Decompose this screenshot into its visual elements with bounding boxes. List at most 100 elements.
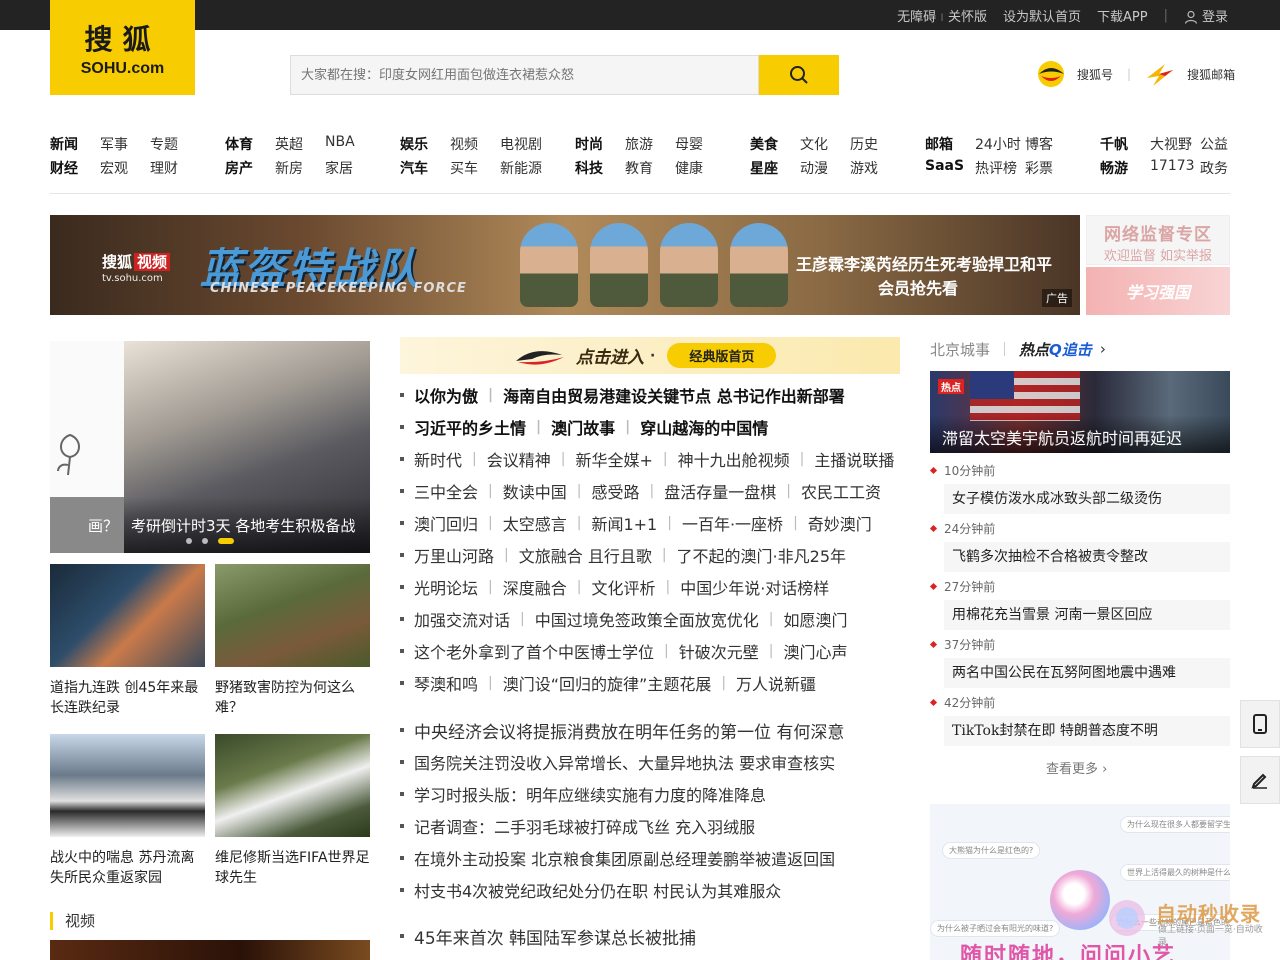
nav-item[interactable]: 政务 [1200,158,1250,186]
nav-item[interactable]: 新闻 [50,134,100,158]
news-link[interactable]: 感受路 [591,479,639,503]
hot-pursuit-tab[interactable]: 热点Q追击 [1019,339,1092,360]
news-link[interactable]: 以你为傲 [414,383,478,407]
nav-item[interactable]: 视频 [450,134,500,158]
nav-item[interactable]: 新能源 [500,158,550,186]
nav-item[interactable]: 时尚 [575,134,625,158]
timeline-item[interactable]: 24分钟前 飞鹤多次抽检不合格被责令整改 [930,522,1230,572]
nav-item[interactable]: 军事 [100,134,150,158]
news-link[interactable]: 盘活存量一盘棋 [664,479,776,503]
timeline-item[interactable]: 42分钟前 TikTok封禁在即 特朗普态度不明 [930,696,1230,746]
mobile-version-button[interactable] [1240,700,1280,748]
news-link[interactable]: 加强交流对话 [414,607,510,631]
nav-item[interactable]: 电视剧 [500,134,550,158]
slider-dot[interactable] [202,538,208,544]
nav-item[interactable]: 彩票 [1025,158,1075,186]
classic-home-button[interactable]: 经典版首页 [667,343,777,368]
news-link[interactable]: 记者调查：二手羽毛球被打碎成飞丝 充入羽绒服 [414,814,755,838]
xuexi-ad[interactable]: 学习强国 [1086,267,1230,315]
news-card[interactable]: 战火中的喘息 苏丹流离失所民众重返家园 [50,734,205,888]
news-link[interactable]: 会议精神 [487,447,551,471]
nav-item[interactable]: SaaS [925,158,975,186]
news-card[interactable]: 野猪致害防控为何这么难？ [215,564,370,718]
video-section-title[interactable]: 视频 [50,912,95,930]
news-link[interactable]: 澳门设“回归的旋律”主题花展 [503,671,712,695]
news-link[interactable]: 万里山河路 [414,543,494,567]
news-link[interactable]: 三中全会 [414,479,478,503]
news-link[interactable]: 中央经济会议将提振消费放在明年任务的第一位 有何深意 [414,718,844,743]
nav-item[interactable]: 邮箱 [925,134,975,158]
nav-item[interactable]: 教育 [625,158,675,186]
nav-item[interactable]: 英超 [275,134,325,158]
nav-item[interactable]: 17173 [1150,158,1200,186]
nav-item[interactable]: 公益 [1200,134,1250,158]
timeline-headline[interactable]: 女子模仿泼水成冰致头部二级烫伤 [944,484,1230,514]
news-link[interactable]: 了不起的澳门·非凡25年 [677,543,846,567]
hot-news-image[interactable]: 热点 滞留太空美宇航员返航时间再延迟 [930,371,1230,453]
nav-item[interactable]: 体育 [225,134,275,158]
nav-item[interactable]: 博客 [1025,134,1075,158]
download-app-link[interactable]: 下载APP [1097,6,1148,25]
accessibility-link[interactable]: 无障碍 [897,10,936,25]
news-link[interactable]: 海南自由贸易港建设关键节点 总书记作出新部署 [503,383,845,407]
video-banner-ad[interactable]: 搜狐 视频 tv.sohu.com 蓝盔特战队 CHINESE PEACEKEEP… [50,215,1080,315]
news-link[interactable]: 学习时报头版：明年应继续实施有力度的降准降息 [414,782,766,806]
nav-item[interactable]: 动漫 [800,158,850,186]
timeline-headline[interactable]: 用棉花充当雪景 河南一景区回应 [944,600,1230,630]
nav-item[interactable]: 母婴 [675,134,725,158]
news-card[interactable]: 维尼修斯当选FIFA世界足球先生 [215,734,370,888]
classic-home-bar[interactable]: 点击进入 · 经典版首页 [400,337,900,374]
news-link[interactable]: 澳门故事 [551,415,615,439]
search-button[interactable] [759,55,839,95]
nav-item[interactable]: 房产 [225,158,275,186]
news-link[interactable]: 文旅融合 且行且歌 [519,543,652,567]
news-link[interactable]: 国务院关注罚没收入异常增长、大量异地执法 要求审查核实 [414,750,835,774]
news-link[interactable]: 中国少年说·对话榜样 [680,575,829,599]
nav-item[interactable]: 美食 [750,134,800,158]
timeline-item[interactable]: 37分钟前 两名中国公民在瓦努阿图地震中遇难 [930,638,1230,688]
feedback-button[interactable] [1240,756,1280,804]
news-link[interactable]: 澳门心声 [783,639,847,663]
nav-item[interactable]: 千帆 [1100,134,1150,158]
news-link[interactable]: 万人说新疆 [736,671,816,695]
nav-item[interactable]: 买车 [450,158,500,186]
news-link[interactable]: 针破次元壁 [679,639,759,663]
nav-item[interactable]: 专题 [150,134,200,158]
news-link[interactable]: 一百年·一座桥 [682,511,783,535]
news-link[interactable]: 神十九出舱视频 [678,447,790,471]
timeline-item[interactable]: 10分钟前 女子模仿泼水成冰致头部二级烫伤 [930,464,1230,514]
news-link[interactable]: 村支书4次被党纪政纪处分仍在职 村民认为其难服众 [414,878,781,902]
nav-item[interactable]: 文化 [800,134,850,158]
news-link[interactable]: 中国过境免签政策全面放宽优化 [535,607,759,631]
set-home-link[interactable]: 设为默认首页 [1003,6,1081,25]
sohu-mail-link[interactable]: 搜狐邮箱 [1187,66,1235,83]
news-link[interactable]: 澳门回归 [414,511,478,535]
chevron-right-icon[interactable]: › [1100,340,1106,358]
login-link[interactable]: 登录 [1184,6,1228,25]
photo-slider[interactable]: 画？ 考研倒计时3天 各地考生积极备战 [50,341,370,553]
news-link[interactable]: 文化评析 [591,575,655,599]
nav-item[interactable]: 汽车 [400,158,450,186]
nav-item[interactable]: 财经 [50,158,100,186]
news-link[interactable]: 主播说联播 [814,447,894,471]
slider-dot[interactable] [186,538,192,544]
nav-item[interactable]: 科技 [575,158,625,186]
video-thumbnail-strip[interactable] [50,940,370,960]
news-link[interactable]: 太空感言 [503,511,567,535]
nav-item[interactable]: 大视野 [1150,134,1200,158]
supervision-ad[interactable]: 网络监督专区 欢迎监督 如实举报 [1086,215,1230,265]
nav-item[interactable]: 宏观 [100,158,150,186]
nav-item[interactable]: 24小时 [975,134,1025,158]
nav-item[interactable]: 星座 [750,158,800,186]
timeline-headline[interactable]: TikTok封禁在即 特朗普态度不明 [944,716,1230,746]
news-link[interactable]: 新闻1+1 [591,511,657,535]
sohu-logo[interactable]: 搜狐 SOHU.com [50,0,195,95]
news-link[interactable]: 新时代 [414,447,462,471]
news-link[interactable]: 在境外主动投案 北京粮食集团原副总经理姜鹏举被遣返回国 [414,846,835,870]
timeline-headline[interactable]: 飞鹤多次抽检不合格被责令整改 [944,542,1230,572]
nav-item[interactable]: 旅游 [625,134,675,158]
news-link[interactable]: 奇妙澳门 [808,511,872,535]
nav-item[interactable]: 新房 [275,158,325,186]
news-link[interactable]: 穿山越海的中国情 [640,415,768,439]
slider-caption[interactable]: 考研倒计时3天 各地考生积极备战 [124,497,370,553]
